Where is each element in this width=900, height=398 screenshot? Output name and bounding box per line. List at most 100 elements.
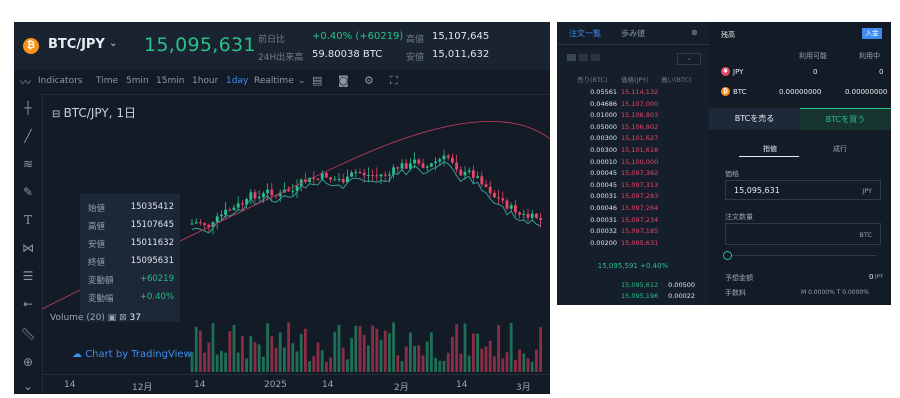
candle-body	[190, 223, 194, 225]
price-chart[interactable]: ⊟ BTC/JPY, 1日 始値 15035412 高値 15107645 安値 15…	[42, 94, 550, 394]
text-tool-icon[interactable]: T	[20, 212, 36, 228]
ask-row[interactable]: 0.00031 15,097,234	[557, 216, 709, 227]
gear-icon[interactable]: ⚙	[364, 74, 374, 87]
fee-value: M 0.0000% T 0.0000%	[801, 289, 869, 296]
high-label: 高値	[406, 35, 425, 45]
layout-buy-icon[interactable]	[591, 54, 600, 61]
price-input[interactable]: 15,095,631 JPY	[725, 180, 881, 200]
settings-icon[interactable]: ▣	[108, 313, 117, 323]
ask-row[interactable]: 0.00045 15,097,362	[557, 169, 709, 180]
ask-price: 15,106,802	[621, 122, 659, 131]
qty-slider[interactable]	[727, 255, 877, 256]
volume-bar	[245, 358, 248, 372]
ohlc-value: 15011632	[130, 238, 174, 248]
layout-sell-icon[interactable]	[579, 54, 588, 61]
ask-row[interactable]: 0.05561 15,114,132	[557, 88, 709, 99]
ask-row[interactable]: 0.04686 15,107,000	[557, 100, 709, 111]
ask-price: 15,100,000	[621, 157, 659, 166]
candle-body	[199, 222, 202, 224]
pair-selector[interactable]: BTC/JPY	[48, 37, 105, 52]
pattern-icon[interactable]: ⋈	[20, 240, 36, 256]
interval-1day[interactable]: 1day	[226, 76, 248, 86]
ask-amount: 0.00045	[590, 169, 617, 178]
back-arrow-icon[interactable]: ←	[20, 296, 36, 312]
close-icon[interactable]: ⊗	[691, 28, 698, 37]
save-icon[interactable]: ▤	[312, 74, 322, 87]
ask-price: 15,101,627	[621, 134, 659, 143]
trendline-icon[interactable]: ╱	[20, 128, 36, 144]
candle-body	[354, 172, 358, 174]
collapse-icon[interactable]: ⊟	[52, 109, 64, 120]
ask-row[interactable]: 0.00045 15,097,313	[557, 181, 709, 192]
bid-row[interactable]: 15,095,196 0.00022	[557, 292, 709, 303]
zoom-in-icon[interactable]: ⊕	[20, 354, 36, 370]
bid-row[interactable]: 15,095,612 0.00500	[557, 281, 709, 292]
volume-bar	[287, 322, 290, 372]
tab-limit[interactable]: 指値	[763, 144, 777, 154]
volume-bar	[400, 361, 404, 372]
ask-row[interactable]: 0.00010 15,100,000	[557, 158, 709, 169]
ohlc-value: +0.40%	[139, 292, 174, 302]
ask-row[interactable]: 0.00300 15,101,627	[557, 134, 709, 145]
ohlc-row: 変動額 +60219	[88, 274, 178, 292]
ask-row[interactable]: 0.00200 15,095,631	[557, 239, 709, 250]
chevron-down-icon[interactable]: ⌄	[109, 38, 117, 49]
interval-5min[interactable]: 5min	[126, 76, 149, 86]
candle-body	[404, 163, 408, 169]
ask-row[interactable]: 0.00046 15,097,264	[557, 204, 709, 215]
candle-body	[430, 163, 433, 167]
slider-handle[interactable]	[723, 251, 732, 260]
ruler-icon[interactable]: 📏︎	[20, 326, 36, 342]
tab-trades[interactable]: 歩み値	[621, 28, 645, 39]
volume-bar	[283, 347, 286, 372]
ask-amount: 0.00010	[590, 157, 617, 166]
volume-bar	[346, 359, 349, 372]
brush-icon[interactable]: ✎	[20, 184, 36, 200]
tab-order-list[interactable]: 注文一覧	[569, 28, 601, 39]
asset-inuse: 0	[879, 68, 884, 76]
chevron-down-icon[interactable]: ⌄	[20, 378, 36, 394]
fullscreen-icon[interactable]: ⛶	[390, 74, 398, 88]
x-tick: 2025	[264, 380, 287, 390]
channel-icon[interactable]: ≋	[20, 156, 36, 172]
volume-bar	[299, 334, 303, 372]
volume-bar	[350, 337, 353, 372]
ask-row[interactable]: 0.05000 15,106,802	[557, 123, 709, 134]
crosshair-icon[interactable]: ┼	[20, 100, 36, 116]
indicators-icon[interactable]: 〰	[20, 74, 31, 90]
volume-bar	[530, 361, 534, 372]
volume-bar	[241, 335, 244, 372]
tab-market[interactable]: 成行	[833, 144, 847, 154]
interval-15min[interactable]: 15min	[156, 76, 184, 86]
deposit-button[interactable]: 入金	[862, 28, 882, 39]
ask-price: 15,101,618	[621, 146, 659, 154]
layout-both-icon[interactable]	[567, 54, 576, 61]
candle-body	[266, 189, 269, 194]
fib-icon[interactable]: ☰	[20, 268, 36, 284]
candle-body	[262, 193, 265, 197]
interval-realtime[interactable]: Realtime	[254, 76, 294, 86]
volume-bar	[375, 328, 379, 372]
btc-coin-icon: ₿	[23, 38, 39, 54]
tradingview-logo[interactable]: ☁ Chart by TradingView	[72, 349, 192, 360]
ohlc-value: 15107645	[130, 220, 174, 230]
interval-1hour[interactable]: 1hour	[192, 76, 218, 86]
ask-row[interactable]: 0.01000 15,106,803	[557, 111, 709, 122]
volume-bar	[358, 326, 362, 372]
camera-icon[interactable]: ◙	[338, 74, 349, 87]
ohlc-key: 安値	[88, 240, 106, 250]
ask-row[interactable]: 0.00032 15,097,185	[557, 227, 709, 238]
ask-price: 15,097,185	[621, 227, 659, 236]
ask-row[interactable]: 0.00300 15,101,618	[557, 146, 709, 157]
indicators-button[interactable]: Indicators	[38, 76, 82, 86]
ohlc-value: 15035412	[130, 202, 174, 212]
ask-row[interactable]: 0.00031 15,097,283	[557, 192, 709, 203]
depth-select[interactable]: ⌄	[677, 53, 701, 65]
interval-time[interactable]: Time	[96, 76, 118, 86]
candle-body	[472, 170, 475, 178]
buy-btc-button[interactable]: BTCを買う	[800, 108, 891, 130]
chevron-down-icon[interactable]: ⌄	[298, 76, 306, 86]
sell-btc-button[interactable]: BTCを売る	[709, 108, 800, 130]
qty-input[interactable]: BTC	[725, 223, 881, 245]
close-icon[interactable]: ⊠	[119, 313, 127, 323]
